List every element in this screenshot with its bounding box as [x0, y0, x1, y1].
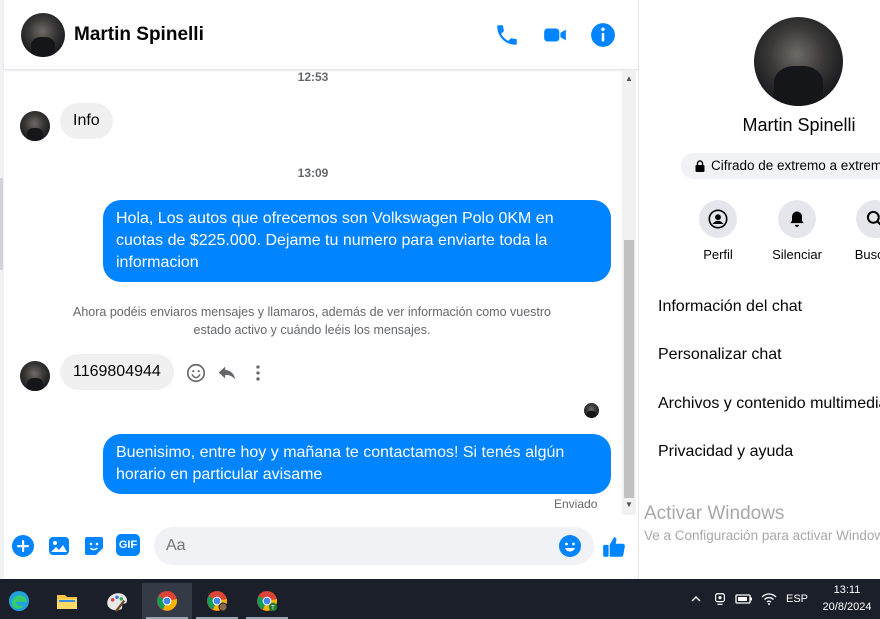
taskbar: T ESP 13:11 20/8/2024 [0, 579, 880, 619]
battery-icon[interactable] [733, 579, 755, 619]
edge-icon[interactable] [0, 583, 38, 619]
svg-text:T: T [271, 606, 275, 612]
action-mute[interactable]: Silenciar [757, 200, 837, 262]
clock-time: 13:11 [833, 584, 861, 596]
more-options-icon[interactable] [247, 362, 269, 384]
gif-button[interactable]: GIF [116, 534, 140, 556]
info-contact-name: Martin Spinelli [742, 115, 856, 135]
scroll-up-arrow[interactable]: ▲ [622, 72, 636, 86]
timestamp: 13:09 [297, 166, 329, 180]
contact-avatar[interactable] [21, 13, 65, 57]
incoming-message[interactable]: 1169804944 [60, 354, 174, 390]
chat-scrollbar[interactable]: ▲ ▼ [622, 70, 636, 515]
action-label: Buscar [854, 247, 880, 262]
scroll-down-arrow[interactable]: ▼ [622, 498, 636, 512]
add-icon[interactable] [11, 534, 37, 560]
react-emoji-icon[interactable] [185, 362, 207, 384]
chat-header: Martin Spinelli [4, 0, 638, 70]
chrome-profile-t-icon[interactable]: T [242, 583, 292, 619]
encryption-label: Cifrado de extremo a extremo [711, 158, 880, 173]
menu-customize-chat[interactable]: Personalizar chat [658, 346, 782, 364]
thumbs-up-icon[interactable] [601, 534, 627, 560]
chrome-icon[interactable] [142, 583, 192, 619]
clock-date: 20/8/2024 [822, 601, 872, 613]
screen: Martin Spinelli 12:53 Info 13:09 Hola, L… [0, 0, 880, 619]
paint-app-icon[interactable] [92, 583, 142, 619]
message-input[interactable] [154, 527, 594, 565]
wifi-icon[interactable] [758, 579, 780, 619]
menu-privacy-support[interactable]: Privacidad y ayuda [658, 443, 793, 461]
photo-icon[interactable] [47, 534, 73, 560]
message-avatar[interactable] [20, 361, 50, 391]
menu-media-files[interactable]: Archivos y contenido multimedia [658, 395, 880, 413]
emoji-icon[interactable] [558, 534, 584, 560]
chevron-up-icon[interactable] [686, 579, 706, 619]
outgoing-message[interactable]: Buenisimo, entre hoy y mañana te contact… [103, 434, 611, 494]
read-receipt-avatar [584, 403, 599, 418]
info-icon[interactable] [590, 22, 616, 48]
activation-watermark-subtitle: Ve a Configuración para activar Windows. [644, 528, 880, 543]
message-status: Enviado [554, 497, 598, 511]
outgoing-message[interactable]: Hola, Los autos que ofrecemos son Volksw… [103, 200, 611, 282]
profile-icon[interactable] [699, 200, 737, 238]
message-list[interactable]: 12:53 Info 13:09 Hola, Los autos que ofr… [4, 70, 622, 520]
file-explorer-icon[interactable] [42, 583, 92, 619]
sticker-icon[interactable] [82, 534, 108, 560]
action-search[interactable]: Buscar [835, 200, 880, 262]
activation-watermark-title: Activar Windows [644, 503, 785, 524]
composer: GIF [4, 520, 638, 579]
scroll-thumb[interactable] [624, 240, 634, 498]
chat-window: Martin Spinelli 12:53 Info 13:09 Hola, L… [4, 0, 638, 579]
meet-now-icon[interactable] [710, 579, 730, 619]
incoming-message[interactable]: Info [60, 103, 113, 139]
lock-icon [695, 160, 705, 172]
language-indicator[interactable]: ESP [782, 579, 812, 619]
chrome-profile-icon[interactable] [192, 583, 242, 619]
bell-icon[interactable] [778, 200, 816, 238]
left-edge-scrollbar[interactable] [0, 178, 3, 270]
video-call-icon[interactable] [542, 22, 568, 48]
timestamp: 12:53 [297, 70, 329, 84]
action-label: Perfil [703, 247, 733, 262]
reply-icon[interactable] [216, 362, 238, 384]
action-label: Silenciar [772, 247, 822, 262]
message-avatar[interactable] [20, 111, 50, 141]
action-profile[interactable]: Perfil [678, 200, 758, 262]
phone-icon[interactable] [494, 22, 520, 48]
menu-chat-info[interactable]: Información del chat [658, 298, 802, 316]
conversation-info-panel: Martin Spinelli Cifrado de extremo a ext… [638, 0, 880, 579]
encryption-badge[interactable]: Cifrado de extremo a extremo [681, 153, 880, 179]
system-clock[interactable]: 13:11 20/8/2024 [814, 582, 880, 616]
contact-name[interactable]: Martin Spinelli [74, 24, 204, 46]
connection-notice: Ahora podéis enviaros mensajes y llamaro… [72, 305, 551, 337]
info-avatar[interactable] [754, 17, 843, 106]
search-icon[interactable] [856, 200, 880, 238]
